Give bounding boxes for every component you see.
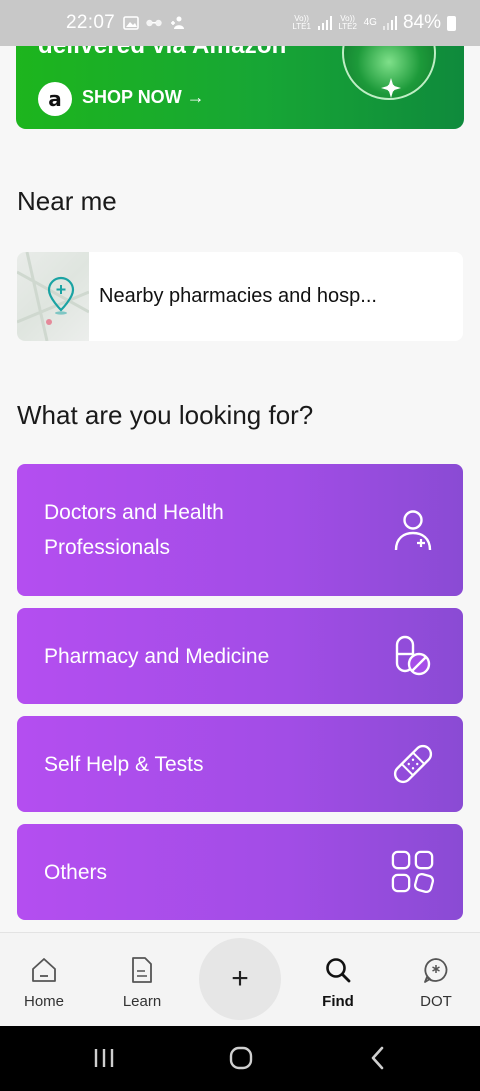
- shop-now-button[interactable]: SHOP NOW →: [82, 87, 205, 108]
- glasses-icon: [146, 19, 162, 27]
- category-label: Pharmacy and Medicine: [44, 644, 270, 668]
- doctor-add-icon: [391, 507, 435, 553]
- amazon-promo-banner[interactable]: delivered via Amazon a SHOP NOW →: [16, 46, 464, 129]
- chat-bubble-icon: [422, 955, 450, 985]
- search-icon: [324, 955, 352, 985]
- recent-apps-icon[interactable]: [92, 1044, 116, 1072]
- battery-percent: 84%: [402, 12, 441, 33]
- category-self-help[interactable]: Self Help & Tests: [17, 716, 463, 812]
- battery-icon: [447, 15, 456, 31]
- sim2-signal-icon: [382, 16, 397, 30]
- nav-dot[interactable]: DOT: [391, 933, 480, 1027]
- category-doctors[interactable]: Doctors and Health Professionals: [17, 464, 463, 596]
- document-icon: [131, 955, 153, 985]
- category-pharmacy[interactable]: Pharmacy and Medicine: [17, 608, 463, 704]
- nav-learn-label: Learn: [122, 993, 162, 1010]
- nearby-card-label: Nearby pharmacies and hosp...: [99, 285, 377, 307]
- amazon-logo-icon: a: [38, 82, 72, 116]
- map-thumbnail: [17, 252, 90, 341]
- back-icon[interactable]: [368, 1044, 388, 1072]
- category-label: Doctors and Health Professionals: [44, 501, 224, 559]
- sim1-label: Vo)) LTE1: [292, 14, 311, 31]
- banner-illustration: [342, 46, 436, 100]
- system-navigation-bar: [0, 1026, 480, 1091]
- nav-home-label: Home: [23, 993, 64, 1010]
- add-button[interactable]: +: [199, 938, 281, 1020]
- banner-headline: delivered via Amazon: [38, 46, 287, 60]
- grid-icon: [391, 849, 435, 895]
- nav-find[interactable]: Find: [293, 933, 383, 1027]
- network-type: 4G: [363, 17, 377, 28]
- sim1-signal-icon: [317, 16, 332, 30]
- category-others[interactable]: Others: [17, 824, 463, 920]
- nearby-pharmacies-card[interactable]: Nearby pharmacies and hosp...: [17, 252, 463, 341]
- people-icon: [171, 16, 185, 29]
- looking-for-title: What are you looking for?: [17, 400, 314, 430]
- status-bar: 22:07 Vo)) LTE1 Vo)) LTE2 4G 84%: [0, 0, 480, 46]
- nav-find-label: Find: [322, 993, 354, 1010]
- category-label: Self Help & Tests: [44, 752, 204, 776]
- near-me-title: Near me: [17, 186, 117, 216]
- sim2-label: Vo)) LTE2: [338, 14, 357, 31]
- category-label: Others: [44, 860, 108, 884]
- bandage-icon: [391, 741, 435, 787]
- home-icon: [30, 955, 58, 985]
- nav-learn[interactable]: Learn: [97, 933, 187, 1027]
- home-system-icon[interactable]: [228, 1044, 254, 1072]
- nav-dot-label: DOT: [420, 993, 452, 1010]
- status-time: 22:07: [66, 12, 116, 33]
- pill-icon: [391, 633, 435, 679]
- nav-home[interactable]: Home: [0, 933, 89, 1027]
- gallery-icon: [123, 16, 139, 30]
